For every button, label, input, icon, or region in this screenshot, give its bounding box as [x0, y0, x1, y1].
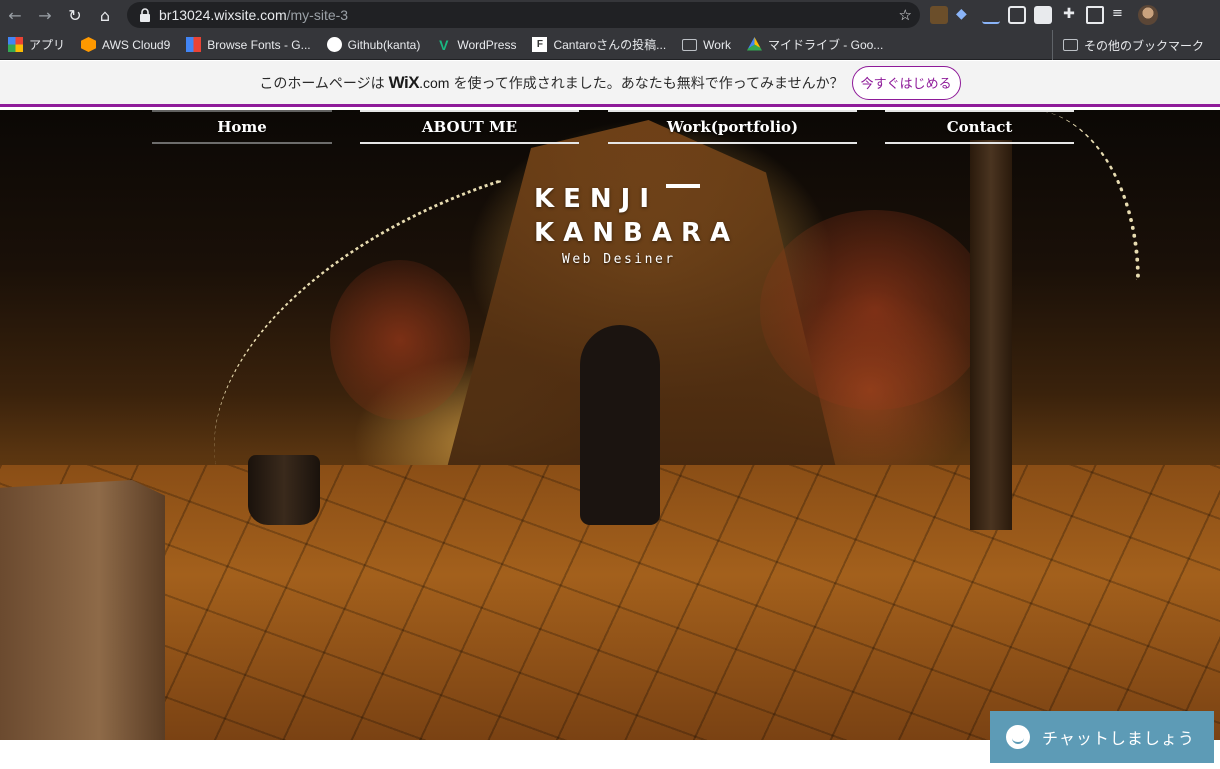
puzzle-icon[interactable]: ✚	[1060, 6, 1078, 24]
bookmark-wordpress[interactable]: V WordPress	[436, 36, 516, 53]
extensions: ◆ ✚ ≡	[930, 0, 1158, 30]
start-now-button[interactable]: 今すぐはじめる	[851, 65, 961, 100]
nav-work-portfolio[interactable]: Work(portfolio)	[608, 110, 857, 144]
google-drive-icon	[746, 37, 762, 51]
wordpress-icon: V	[439, 36, 449, 53]
aws-cloud9-icon	[81, 37, 97, 52]
picture-in-picture-icon[interactable]	[1008, 6, 1026, 24]
chat-button[interactable]: チャットしましょう	[990, 711, 1214, 763]
pen-icon[interactable]	[982, 6, 1000, 24]
tree	[760, 210, 990, 410]
wix-ad-banner: このホームページは WiX.com を使って作成されました。あなたも無料で作って…	[0, 61, 1220, 107]
title-accent-bar	[666, 184, 700, 188]
browser-toolbar: ← → ↻ ⌂ br13024.wixsite.com/my-site-3 ☆ …	[0, 0, 1220, 30]
site-subtitle: Web Desiner	[562, 252, 676, 267]
wix-banner-text-before: このホームページは	[259, 75, 385, 92]
gem-icon[interactable]: ◆	[956, 6, 974, 24]
page-icon: F	[532, 37, 548, 52]
address-bar[interactable]: br13024.wixsite.com/my-site-3 ☆	[127, 2, 920, 28]
bookmark-apps[interactable]: アプリ	[8, 36, 65, 53]
sitting-person	[580, 325, 660, 525]
bollard	[248, 455, 320, 525]
wix-logo[interactable]: WiX.com	[389, 73, 450, 93]
bookmark-aws-cloud9[interactable]: AWS Cloud9	[81, 37, 170, 52]
forward-icon[interactable]: →	[30, 0, 60, 30]
site-navigation: Home ABOUT ME Work(portfolio) Contact	[0, 110, 1220, 145]
bookmark-cantaro[interactable]: F Cantaroさんの投稿...	[532, 36, 666, 53]
stone-planter	[0, 480, 165, 740]
chat-label: チャットしましょう	[1042, 729, 1195, 748]
other-bookmarks[interactable]: その他のブックマーク	[1051, 30, 1204, 60]
nav-contact[interactable]: Contact	[885, 110, 1074, 144]
note-icon[interactable]	[1034, 6, 1052, 24]
bookmark-github[interactable]: Github(kanta)	[326, 37, 420, 52]
street-pole	[970, 140, 1012, 530]
site-title: KENJI KANBARA	[534, 182, 739, 250]
nav-about-me[interactable]: ABOUT ME	[360, 110, 579, 144]
google-fonts-icon	[186, 37, 202, 52]
bookmark-work[interactable]: Work	[682, 38, 731, 52]
reload-icon[interactable]: ↻	[60, 0, 90, 30]
bookmark-google-drive[interactable]: マイドライブ - Goo...	[746, 36, 883, 53]
github-icon	[326, 37, 342, 52]
site-title-line1: KENJI	[534, 184, 659, 214]
apps-grid-icon	[8, 37, 23, 52]
site-title-line2: KANBARA	[534, 218, 740, 248]
wix-banner-text-after: を使って作成されました。あなたも無料で作ってみませんか？	[453, 75, 844, 92]
bookmark-google-fonts[interactable]: Browse Fonts - G...	[186, 37, 311, 52]
folder-icon	[682, 38, 698, 51]
media-queue-icon[interactable]: ≡	[1112, 6, 1130, 24]
extension-icon[interactable]	[930, 6, 948, 24]
cast-icon[interactable]	[1086, 6, 1104, 24]
smiley-icon	[1006, 725, 1030, 749]
back-icon[interactable]: ←	[0, 0, 30, 30]
bookmark-star-icon[interactable]: ☆	[899, 6, 912, 24]
profile-avatar[interactable]	[1138, 5, 1158, 25]
home-icon[interactable]: ⌂	[90, 0, 120, 30]
folder-icon	[1062, 39, 1078, 51]
lock-icon	[140, 8, 150, 22]
nav-home[interactable]: Home	[152, 110, 332, 144]
url-path: /my-site-3	[286, 7, 349, 23]
url-host: br13024.wixsite.com	[159, 7, 287, 23]
bookmarks-bar: アプリ AWS Cloud9 Browse Fonts - G... Githu…	[0, 30, 1220, 60]
